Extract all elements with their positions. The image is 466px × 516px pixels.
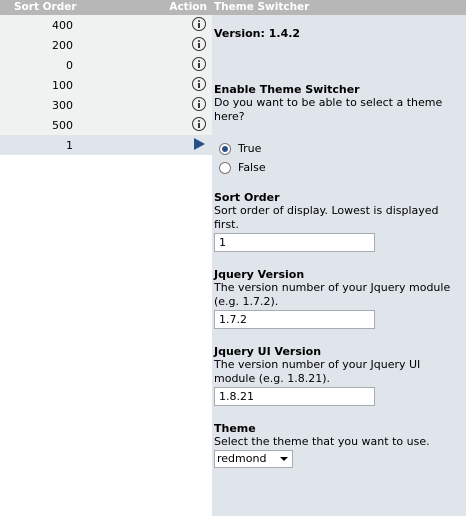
list-row[interactable]: 300 xyxy=(0,95,212,115)
radio-false-label: False xyxy=(238,161,266,174)
sort-order-section: Sort Order Sort order of display. Lowest… xyxy=(214,191,454,232)
panel-title: Theme Switcher xyxy=(212,0,466,15)
theme-select-value: redmond xyxy=(217,452,267,465)
info-icon[interactable] xyxy=(192,97,206,111)
sort-order-desc: Sort order of display. Lowest is display… xyxy=(214,204,439,231)
arrow-right-icon xyxy=(192,137,206,151)
radio-true-label: True xyxy=(238,142,262,155)
theme-desc: Select the theme that you want to use. xyxy=(214,435,430,448)
radio-true-button[interactable] xyxy=(219,143,231,155)
jquery-version-input[interactable]: 1.7.2 xyxy=(214,310,375,329)
sort-value: 300 xyxy=(52,99,73,112)
sort-order-title: Sort Order xyxy=(214,191,280,204)
list-row-selected[interactable]: 1 xyxy=(0,135,212,155)
info-icon[interactable] xyxy=(192,57,206,71)
list-header: Sort Order Action xyxy=(0,0,212,15)
sort-value: 200 xyxy=(52,39,73,52)
sort-value: 100 xyxy=(52,79,73,92)
enable-title: Enable Theme Switcher xyxy=(214,83,360,96)
jquery-version-desc: The version number of your Jquery module… xyxy=(214,281,451,308)
action-column-header: Action xyxy=(169,1,207,13)
sort-value: 0 xyxy=(66,59,73,72)
theme-section: Theme Select the theme that you want to … xyxy=(214,422,454,449)
info-icon[interactable] xyxy=(192,77,206,91)
chevron-down-icon[interactable] xyxy=(280,457,288,461)
jquery-version-title: Jquery Version xyxy=(214,268,305,281)
sort-order-input[interactable]: 1 xyxy=(214,233,375,252)
jquery-ui-version-desc: The version number of your Jquery UI mod… xyxy=(214,358,421,385)
radio-false-button[interactable] xyxy=(219,162,231,174)
enable-section: Enable Theme Switcher Do you want to be … xyxy=(214,83,454,124)
sort-value: 500 xyxy=(52,119,73,132)
jquery-ui-version-title: Jquery UI Version xyxy=(214,345,322,358)
version-label: Version: 1.4.2 xyxy=(214,27,301,40)
jquery-ui-version-section: Jquery UI Version The version number of … xyxy=(214,345,454,386)
theme-select[interactable]: redmond xyxy=(214,450,293,468)
info-icon[interactable] xyxy=(192,17,206,31)
sort-list: Sort Order Action 400 200 0 100 300 500 … xyxy=(0,0,212,155)
list-row[interactable]: 100 xyxy=(0,75,212,95)
list-row[interactable]: 400 xyxy=(0,15,212,35)
list-row[interactable]: 500 xyxy=(0,115,212,135)
info-icon[interactable] xyxy=(192,37,206,51)
jquery-ui-version-input[interactable]: 1.8.21 xyxy=(214,387,375,406)
list-row[interactable]: 200 xyxy=(0,35,212,55)
theme-title: Theme xyxy=(214,422,256,435)
sort-value: 1 xyxy=(66,139,73,152)
jquery-version-section: Jquery Version The version number of you… xyxy=(214,268,454,309)
enable-desc: Do you want to be able to select a theme… xyxy=(214,96,443,123)
list-row[interactable]: 0 xyxy=(0,55,212,75)
sort-order-column-header[interactable]: Sort Order xyxy=(14,1,77,13)
sort-value: 400 xyxy=(52,19,73,32)
info-icon[interactable] xyxy=(192,117,206,131)
